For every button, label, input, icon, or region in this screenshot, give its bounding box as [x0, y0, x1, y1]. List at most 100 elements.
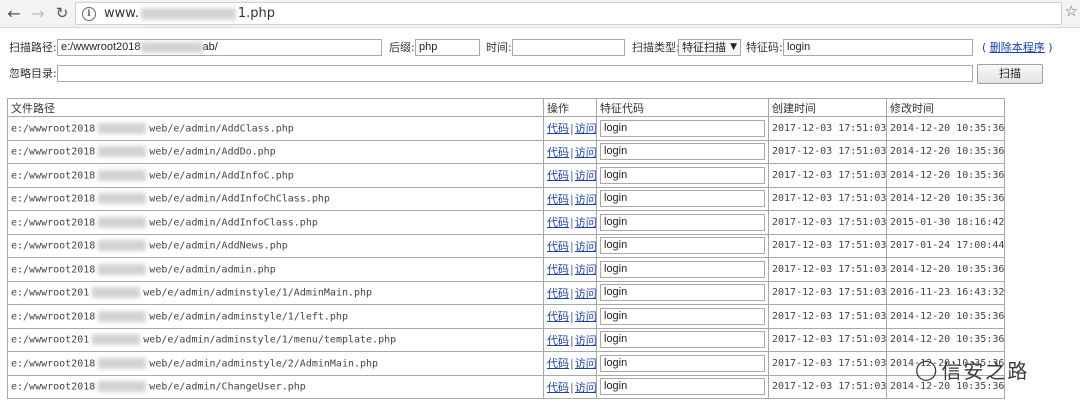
- visit-link[interactable]: 访问: [575, 310, 596, 323]
- file-path-prefix: e:/wwwroot2018: [11, 217, 96, 228]
- ignore-dir-input[interactable]: [57, 65, 973, 82]
- action-cell: 代码|访问: [543, 351, 597, 376]
- signature-code-field[interactable]: login: [600, 331, 765, 349]
- action-separator: |: [570, 380, 574, 394]
- column-header-created: 创建时间: [768, 98, 887, 117]
- view-code-link[interactable]: 代码: [547, 122, 569, 135]
- created-time-cell: 2017-12-03 17:51:03: [768, 304, 887, 329]
- file-path-suffix: web/e/admin/AddDo.php: [149, 146, 276, 158]
- time-input[interactable]: [512, 39, 625, 56]
- view-code-link[interactable]: 代码: [547, 193, 569, 206]
- visit-link[interactable]: 访问: [575, 381, 596, 394]
- view-code-link[interactable]: 代码: [547, 263, 569, 276]
- signature-code-field[interactable]: login: [600, 260, 765, 278]
- scan-type-select[interactable]: 特征扫描 ▼: [678, 39, 741, 56]
- signature-cell: login: [596, 280, 769, 305]
- visit-link[interactable]: 访问: [575, 146, 596, 159]
- visit-link[interactable]: 访问: [575, 122, 596, 135]
- signature-code-field[interactable]: login: [600, 354, 765, 372]
- forward-arrow-icon[interactable]: →: [28, 3, 48, 23]
- view-code-link[interactable]: 代码: [547, 357, 569, 370]
- created-time-cell: 2017-12-03 17:51:03: [768, 327, 887, 352]
- view-code-link[interactable]: 代码: [547, 216, 569, 229]
- info-icon[interactable]: i: [82, 6, 96, 21]
- signature-code-field[interactable]: login: [600, 166, 765, 184]
- scan-path-input[interactable]: e:/wwwroot2018 ab/: [57, 39, 382, 56]
- modified-time-cell: 2014-12-20 10:35:36: [886, 257, 1005, 282]
- action-cell: 代码|访问: [543, 304, 597, 329]
- view-code-link[interactable]: 代码: [547, 334, 569, 347]
- file-path-prefix: e:/wwwroot2018: [11, 170, 96, 181]
- signature-input[interactable]: login: [783, 39, 973, 56]
- view-code-link[interactable]: 代码: [547, 310, 569, 323]
- modified-time-cell: 2015-01-30 18:16:42: [886, 210, 1005, 235]
- created-time-cell: 2017-12-03 17:51:03: [768, 374, 887, 399]
- time-label: 时间:: [486, 41, 512, 54]
- signature-cell: login: [596, 163, 769, 188]
- signature-code-field[interactable]: login: [600, 378, 765, 396]
- delete-program-link-text[interactable]: 删除本程序: [990, 41, 1045, 54]
- table-row: e:/wwwroot2018 web/e/admin/adminstyle/1/l…: [7, 304, 1005, 329]
- signature-label: 特征码:: [746, 41, 783, 54]
- created-time-cell: 2017-12-03 17:51:03: [768, 351, 887, 376]
- view-code-link[interactable]: 代码: [547, 240, 569, 253]
- modified-time-cell: 2014-12-20 10:35:36: [886, 139, 1005, 164]
- created-time-cell: 2017-12-03 17:51:03: [768, 233, 887, 258]
- file-path-redacted: [92, 287, 141, 298]
- action-separator: |: [570, 333, 574, 347]
- table-row: e:/wwwroot201 web/e/admin/adminstyle/1/me…: [7, 327, 1005, 352]
- created-time-cell: 2017-12-03 17:51:03: [768, 210, 887, 235]
- url-redacted: [140, 7, 236, 20]
- reload-icon[interactable]: ↻: [52, 3, 72, 23]
- signature-code-field[interactable]: login: [600, 284, 765, 302]
- visit-link[interactable]: 访问: [575, 287, 596, 300]
- signature-cell: login: [596, 186, 769, 211]
- file-path-suffix: web/e/admin/adminstyle/1/left.php: [149, 311, 348, 322]
- view-code-link[interactable]: 代码: [547, 287, 569, 300]
- visit-link[interactable]: 访问: [575, 263, 596, 276]
- delete-program-link[interactable]: ( 删除本程序 ): [982, 41, 1053, 55]
- file-path-cell: e:/wwwroot2018 web/e/admin/AddNews.php: [7, 233, 544, 258]
- created-time-cell: 2017-12-03 17:51:03: [768, 257, 887, 282]
- scan-button[interactable]: 扫描: [977, 64, 1043, 84]
- modified-time-cell: 2014-12-20 10:35:36: [886, 304, 1005, 329]
- signature-code-field[interactable]: login: [600, 307, 765, 325]
- signature-code-field[interactable]: login: [600, 190, 765, 208]
- visit-link[interactable]: 访问: [575, 240, 596, 253]
- visit-link[interactable]: 访问: [575, 216, 596, 229]
- table-body: e:/wwwroot2018 web/e/admin/AddClass.php 代码…: [7, 116, 1005, 399]
- column-header-action: 操作: [543, 98, 597, 117]
- address-bar[interactable]: i www. 1.php: [75, 2, 1062, 25]
- signature-code-field[interactable]: login: [600, 213, 765, 231]
- signature-cell: login: [596, 257, 769, 282]
- visit-link[interactable]: 访问: [575, 193, 596, 206]
- action-cell: 代码|访问: [543, 233, 597, 258]
- visit-link[interactable]: 访问: [575, 169, 596, 182]
- visit-link[interactable]: 访问: [575, 334, 596, 347]
- view-code-link[interactable]: 代码: [547, 381, 569, 394]
- signature-code-field[interactable]: login: [600, 143, 765, 161]
- signature-cell: login: [596, 374, 769, 399]
- scan-path-redacted: [140, 41, 203, 53]
- file-path-redacted: [98, 263, 147, 275]
- url-prefix: www.: [104, 6, 139, 21]
- file-path-suffix: web/e/admin/AddNews.php: [149, 240, 288, 252]
- view-code-link[interactable]: 代码: [547, 169, 569, 182]
- file-path-cell: e:/wwwroot2018 web/e/admin/AddDo.php: [7, 139, 544, 164]
- file-path-prefix: e:/wwwroot2018: [11, 381, 96, 393]
- file-path-cell: e:/wwwroot201 web/e/admin/adminstyle/1/me…: [7, 327, 544, 352]
- file-path-cell: e:/wwwroot2018 web/e/admin/AddInfoChClass…: [7, 186, 544, 211]
- back-arrow-icon[interactable]: ←: [4, 3, 24, 23]
- file-path-suffix: web/e/admin/AddInfoClass.php: [149, 217, 318, 228]
- visit-link[interactable]: 访问: [575, 357, 596, 370]
- wechat-icon: ◯: [915, 357, 938, 381]
- suffix-input[interactable]: php: [415, 39, 480, 56]
- view-code-link[interactable]: 代码: [547, 146, 569, 159]
- signature-code-field[interactable]: login: [600, 237, 765, 255]
- table-row: e:/wwwroot2018 web/e/admin/AddInfoClass.p…: [7, 210, 1005, 235]
- action-separator: |: [570, 216, 574, 230]
- signature-cell: login: [596, 327, 769, 352]
- bookmark-star-icon[interactable]: ☆: [1065, 2, 1078, 20]
- signature-cell: login: [596, 304, 769, 329]
- signature-code-field[interactable]: login: [600, 119, 765, 137]
